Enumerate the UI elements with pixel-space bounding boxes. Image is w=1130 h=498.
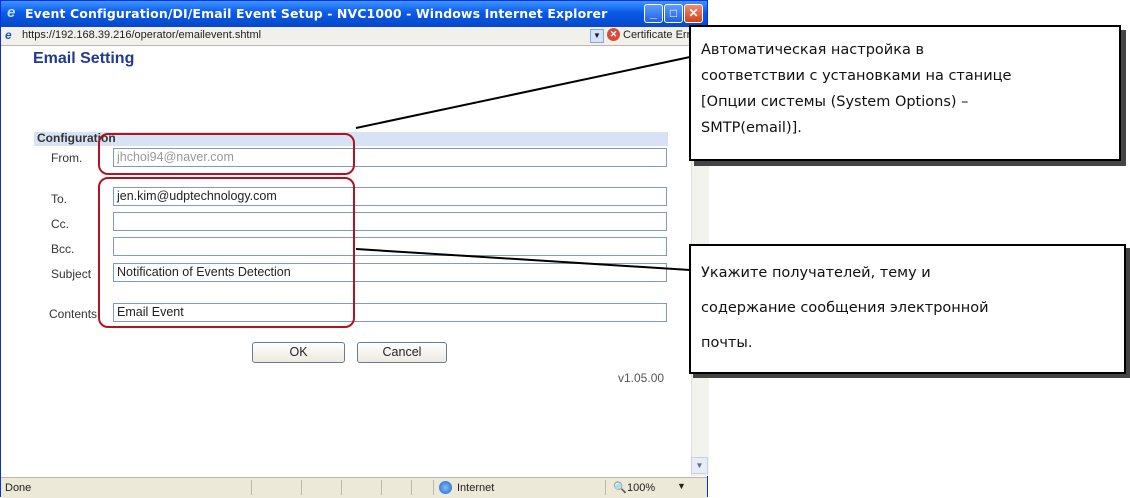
callout-top-line-4: SMTP(email)]. bbox=[701, 120, 802, 136]
callout-recipients: Укажите получателей, тему и содержание с… bbox=[689, 244, 1126, 374]
callout-top-line-3: [Опции системы (System Options) – bbox=[701, 94, 969, 110]
callout-auto-settings: Автоматическая настройка в соответствии … bbox=[689, 25, 1121, 161]
callout-top-line-1: Автоматическая настройка в bbox=[701, 42, 924, 58]
callout-top-line-2: соответствии с установками на станице bbox=[701, 68, 1012, 84]
callout-bottom-line-2: содержание сообщения электронной bbox=[701, 300, 989, 316]
pointer-line-bottom bbox=[355, 248, 691, 271]
callout-bottom-line-3: почты. bbox=[701, 335, 753, 351]
callout-bottom-line-1: Укажите получателей, тему и bbox=[701, 265, 931, 281]
pointer-line-top bbox=[355, 56, 691, 129]
